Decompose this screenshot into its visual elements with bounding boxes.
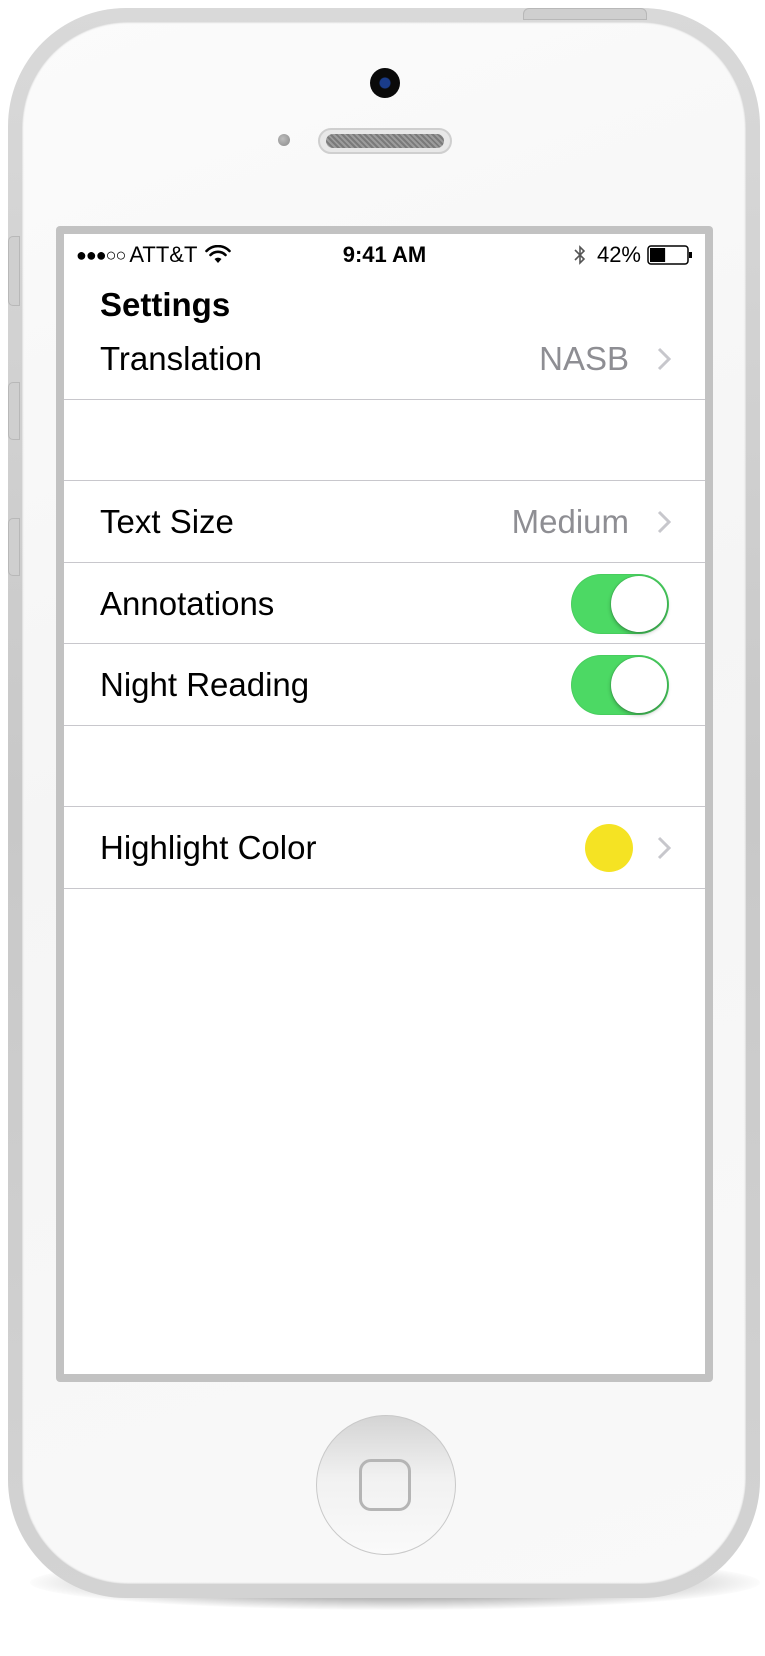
battery-icon [647, 245, 692, 265]
mute-switch [8, 236, 20, 306]
section-gap [64, 726, 705, 806]
translation-label: Translation [100, 340, 263, 377]
text-size-label: Text Size [100, 503, 234, 540]
text-size-value: Medium [511, 503, 629, 540]
separator [64, 888, 705, 889]
night-reading-label: Night Reading [100, 666, 310, 703]
battery-fill [650, 248, 666, 262]
volume-down-button [8, 518, 20, 576]
home-button[interactable] [316, 1415, 456, 1555]
toggle-knob [611, 576, 667, 632]
earpiece-speaker [318, 128, 452, 154]
status-bar: ●●●○○ ATT&T 9:41 AM 42% [64, 234, 705, 274]
night-reading-row: Night Reading [64, 644, 705, 726]
translation-value: NASB [539, 340, 629, 377]
annotations-row: Annotations [64, 563, 705, 645]
status-right: 42% [573, 242, 693, 268]
toggle-knob [611, 657, 667, 713]
night-reading-toggle[interactable] [571, 655, 669, 715]
bluetooth-icon [574, 245, 586, 265]
highlight-color-swatch [585, 824, 633, 872]
annotations-toggle[interactable] [571, 574, 669, 634]
proximity-sensor [278, 134, 290, 146]
power-button [523, 8, 647, 20]
translation-row[interactable]: Translation NASB [64, 318, 705, 400]
battery-percent: 42% [596, 242, 641, 267]
screen: ●●●○○ ATT&T 9:41 AM 42% Settings Transla… [64, 234, 705, 1374]
home-square-icon [359, 1459, 411, 1511]
volume-up-button [8, 382, 20, 440]
annotations-label: Annotations [100, 585, 275, 622]
chevron-right-icon [657, 510, 671, 534]
text-size-row[interactable]: Text Size Medium [64, 481, 705, 563]
highlight-color-label: Highlight Color [100, 829, 317, 866]
highlight-color-row[interactable]: Highlight Color [64, 807, 705, 889]
section-gap [64, 400, 705, 480]
chevron-right-icon [657, 347, 671, 371]
front-camera-icon [370, 68, 400, 98]
chevron-right-icon [657, 836, 671, 860]
